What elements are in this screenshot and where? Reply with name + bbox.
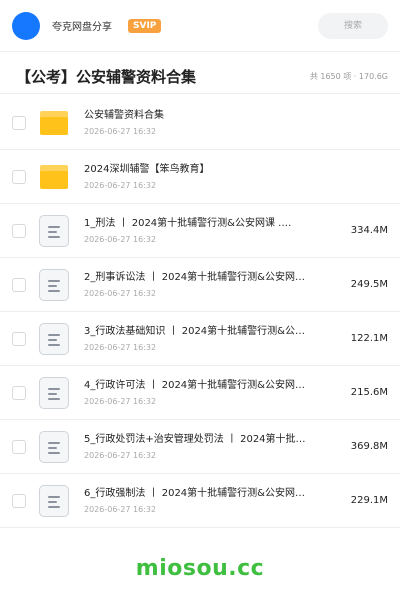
file-row[interactable]: 4_行政许可法 丨 2024第十批辅警行测&公安网… 2026-06-27 16:…: [0, 366, 400, 420]
file-icon-wrap: [38, 268, 70, 301]
file-row[interactable]: 公安辅警资料合集 2026-06-27 16:32: [0, 96, 400, 150]
file-row[interactable]: 2024深圳辅警【笨鸟教育】 2026-06-27 16:32: [0, 150, 400, 204]
file-size: 122.1M: [350, 333, 388, 344]
file-info: 2024深圳辅警【笨鸟教育】 2026-06-27 16:32: [84, 163, 388, 191]
file-name[interactable]: 2024深圳辅警【笨鸟教育】: [84, 163, 388, 177]
select-checkbox[interactable]: [12, 115, 26, 130]
file-icon-wrap: [38, 484, 70, 517]
document-icon: [39, 484, 69, 517]
file-info: 1_刑法 丨 2024第十批辅警行测&公安网课 .… 2026-06-27 16:…: [84, 217, 341, 245]
file-date: 2026-06-27 16:32: [84, 288, 157, 298]
header-bar: 夸克网盘分享 SVIP: [0, 0, 400, 52]
select-checkbox[interactable]: [12, 493, 26, 508]
file-info: 2_刑事诉讼法 丨 2024第十批辅警行测&公安网… 2026-06-27 16:…: [84, 271, 341, 299]
file-icon-wrap: [38, 376, 70, 409]
search-input[interactable]: [318, 12, 388, 39]
file-name[interactable]: 3_行政法基础知识 丨 2024第十批辅警行测&公…: [84, 325, 341, 339]
file-date: 2026-06-27 16:32: [84, 450, 157, 460]
file-row[interactable]: 3_行政法基础知识 丨 2024第十批辅警行测&公… 2026-06-27 16:…: [0, 312, 400, 366]
file-name[interactable]: 1_刑法 丨 2024第十批辅警行测&公安网课 .…: [84, 217, 341, 231]
document-icon: [39, 268, 69, 301]
select-checkbox[interactable]: [12, 331, 26, 346]
file-size: 369.8M: [350, 441, 388, 452]
file-name[interactable]: 4_行政许可法 丨 2024第十批辅警行测&公安网…: [84, 379, 341, 393]
file-date: 2026-06-27 16:32: [84, 342, 157, 352]
file-icon-wrap: [38, 161, 70, 193]
file-row[interactable]: 2_刑事诉讼法 丨 2024第十批辅警行测&公安网… 2026-06-27 16:…: [0, 258, 400, 312]
file-icon-wrap: [38, 107, 70, 139]
file-size: 249.5M: [350, 279, 388, 290]
file-name[interactable]: 6_行政强制法 丨 2024第十批辅警行测&公安网…: [84, 487, 341, 501]
page-title: 【公考】公安辅警资料合集: [16, 68, 197, 86]
select-checkbox[interactable]: [12, 385, 26, 400]
item-count-size: 共 1650 项 · 170.6G: [309, 72, 388, 81]
title-bar: 【公考】公安辅警资料合集 共 1650 项 · 170.6G: [0, 60, 400, 94]
folder-icon: [40, 164, 68, 189]
file-info: 3_行政法基础知识 丨 2024第十批辅警行测&公… 2026-06-27 16:…: [84, 325, 341, 353]
folder-icon: [40, 110, 68, 135]
document-icon: [39, 322, 69, 355]
avatar[interactable]: [12, 11, 40, 40]
file-date: 2026-06-27 16:32: [84, 396, 157, 406]
brand-name: 夸克网盘分享: [52, 22, 112, 33]
file-name[interactable]: 2_刑事诉讼法 丨 2024第十批辅警行测&公安网…: [84, 271, 341, 285]
file-size: 215.6M: [350, 387, 388, 398]
select-checkbox[interactable]: [12, 439, 26, 454]
file-date: 2026-06-27 16:32: [84, 504, 157, 514]
file-icon-wrap: [38, 214, 70, 247]
file-icon-wrap: [38, 430, 70, 463]
document-icon: [39, 430, 69, 463]
file-icon-wrap: [38, 322, 70, 355]
file-name[interactable]: 公安辅警资料合集: [84, 109, 388, 123]
file-date: 2026-06-27 16:32: [84, 126, 157, 136]
file-list: 公安辅警资料合集 2026-06-27 16:32 2024深圳辅警【笨鸟教育】 20…: [0, 96, 400, 528]
select-checkbox[interactable]: [12, 223, 26, 238]
file-name[interactable]: 5_行政处罚法+治安管理处罚法 丨 2024第十批…: [84, 433, 341, 447]
file-row[interactable]: 6_行政强制法 丨 2024第十批辅警行测&公安网… 2026-06-27 16:…: [0, 474, 400, 528]
select-checkbox[interactable]: [12, 169, 26, 184]
file-info: 4_行政许可法 丨 2024第十批辅警行测&公安网… 2026-06-27 16:…: [84, 379, 341, 407]
file-date: 2026-06-27 16:32: [84, 180, 157, 190]
file-info: 5_行政处罚法+治安管理处罚法 丨 2024第十批… 2026-06-27 16:…: [84, 433, 341, 461]
document-icon: [39, 214, 69, 247]
file-row[interactable]: 1_刑法 丨 2024第十批辅警行测&公安网课 .… 2026-06-27 16:…: [0, 204, 400, 258]
watermark-text: miosou.cc: [135, 556, 265, 581]
file-size: 334.4M: [350, 225, 388, 236]
file-size: 229.1M: [350, 495, 388, 506]
document-icon: [39, 376, 69, 409]
file-date: 2026-06-27 16:32: [84, 234, 157, 244]
file-row[interactable]: 5_行政处罚法+治安管理处罚法 丨 2024第十批… 2026-06-27 16:…: [0, 420, 400, 474]
select-checkbox[interactable]: [12, 277, 26, 292]
file-info: 6_行政强制法 丨 2024第十批辅警行测&公安网… 2026-06-27 16:…: [84, 487, 341, 515]
svip-badge: SVIP: [128, 18, 162, 33]
file-info: 公安辅警资料合集 2026-06-27 16:32: [84, 109, 388, 137]
